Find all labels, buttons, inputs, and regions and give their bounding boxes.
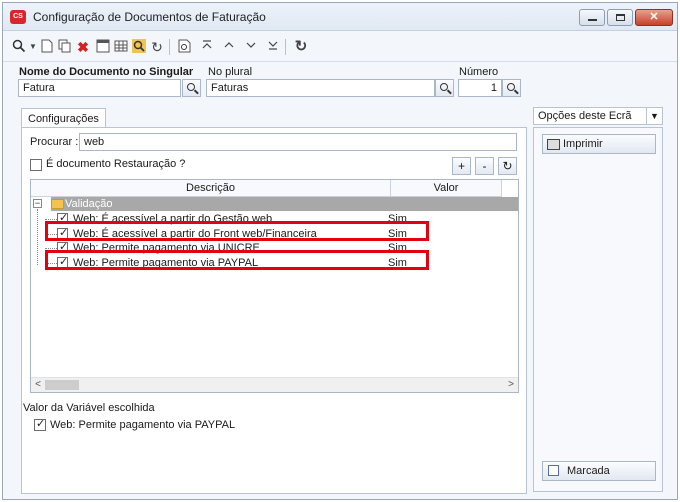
last-record-icon[interactable] [265, 39, 281, 55]
remove-button[interactable]: - [475, 157, 494, 175]
minimize-button[interactable] [579, 9, 605, 26]
maximize-button[interactable] [607, 9, 633, 26]
title-bar: CS Configuração de Documentos de Faturaç… [3, 3, 677, 31]
maximize-icon [616, 14, 625, 21]
selected-variable-label: Valor da Variável escolhida [23, 402, 155, 414]
app-logo: CS [10, 10, 26, 24]
plural-lookup-button[interactable] [435, 79, 454, 97]
tree-connector [45, 248, 57, 249]
close-icon: ✕ [649, 11, 659, 23]
delete-icon[interactable]: ✖ [75, 39, 91, 55]
first-record-icon[interactable] [199, 39, 215, 55]
selected-variable-value: Web: Permite pagamento via PAYPAL [50, 419, 236, 431]
side-panel: Opções deste Ecrã ▼ Imprimir Marcada [533, 107, 663, 492]
new-document-icon[interactable] [39, 39, 55, 55]
singular-name-field[interactable]: Fatura [18, 79, 181, 97]
window-title: Configuração de Documentos de Faturação [33, 10, 266, 24]
scrollbar-thumb[interactable] [45, 380, 79, 390]
horizontal-scrollbar[interactable]: < > [31, 377, 518, 392]
search-label: Procurar : [30, 136, 79, 148]
app-window: CS Configuração de Documentos de Faturaç… [2, 2, 678, 500]
screen-options-label: Opções deste Ecrã [538, 110, 632, 122]
print-button[interactable]: Imprimir [542, 134, 656, 154]
highlight-box [45, 221, 429, 241]
refresh-button[interactable]: ↻ [498, 157, 517, 175]
config-grid: Descrição Valor − Validação Web: É acess… [30, 179, 519, 393]
group-row[interactable]: Validação [51, 197, 518, 211]
search-icon [440, 83, 448, 91]
marked-checkbox[interactable] [548, 465, 559, 476]
tab-configuracoes[interactable]: Configurações [21, 108, 106, 128]
restore-doc-label: É documento Restauração ? [46, 158, 186, 170]
scroll-left-icon[interactable]: < [31, 378, 45, 392]
search-icon [507, 83, 515, 91]
refresh-icon[interactable]: ↻ [149, 39, 165, 55]
folder-icon [51, 199, 64, 209]
number-lookup-button[interactable] [502, 79, 521, 97]
search-icon [187, 83, 195, 91]
highlight-box [45, 250, 429, 270]
side-actions-box: Imprimir Marcada [533, 127, 663, 492]
column-header-description[interactable]: Descrição [31, 180, 391, 197]
printer-icon [547, 139, 560, 150]
marked-button[interactable]: Marcada [542, 461, 656, 481]
collapse-icon[interactable]: − [33, 199, 42, 208]
find-icon[interactable] [131, 39, 147, 55]
reload-icon[interactable]: ↻ [293, 39, 309, 55]
print-button-label: Imprimir [563, 138, 603, 150]
selected-variable-checkbox[interactable] [34, 417, 46, 431]
singular-name-label: Nome do Documento no Singular [19, 66, 194, 78]
toolbar: ▼ ✖ ↻ ↻ [3, 32, 677, 62]
plural-name-field[interactable]: Faturas [206, 79, 435, 97]
scroll-right-icon[interactable]: > [504, 378, 518, 392]
column-header-value[interactable]: Valor [391, 180, 502, 197]
singular-lookup-button[interactable] [182, 79, 201, 97]
marked-label: Marcada [567, 465, 610, 477]
tree-connector [45, 219, 57, 220]
number-label: Número [459, 66, 499, 78]
minimize-icon [588, 19, 597, 21]
plural-name-label: No plural [208, 66, 253, 78]
toolbar-separator [169, 39, 170, 55]
tree-line [37, 209, 38, 265]
previous-record-icon[interactable] [221, 39, 237, 55]
number-field[interactable]: 1 [458, 79, 502, 97]
chevron-down-icon[interactable]: ▼ [646, 108, 662, 124]
copy-icon[interactable] [57, 39, 73, 55]
search-input[interactable]: web [79, 133, 517, 151]
toolbar-separator [285, 39, 286, 55]
add-button[interactable]: + [452, 157, 471, 175]
next-record-icon[interactable] [243, 39, 259, 55]
close-button[interactable]: ✕ [635, 9, 673, 26]
list-icon[interactable] [95, 39, 111, 55]
screen-options-select[interactable]: Opções deste Ecrã ▼ [533, 107, 663, 125]
grid-icon[interactable] [113, 39, 129, 55]
restore-doc-checkbox[interactable] [30, 159, 42, 171]
preview-icon[interactable] [177, 39, 193, 55]
